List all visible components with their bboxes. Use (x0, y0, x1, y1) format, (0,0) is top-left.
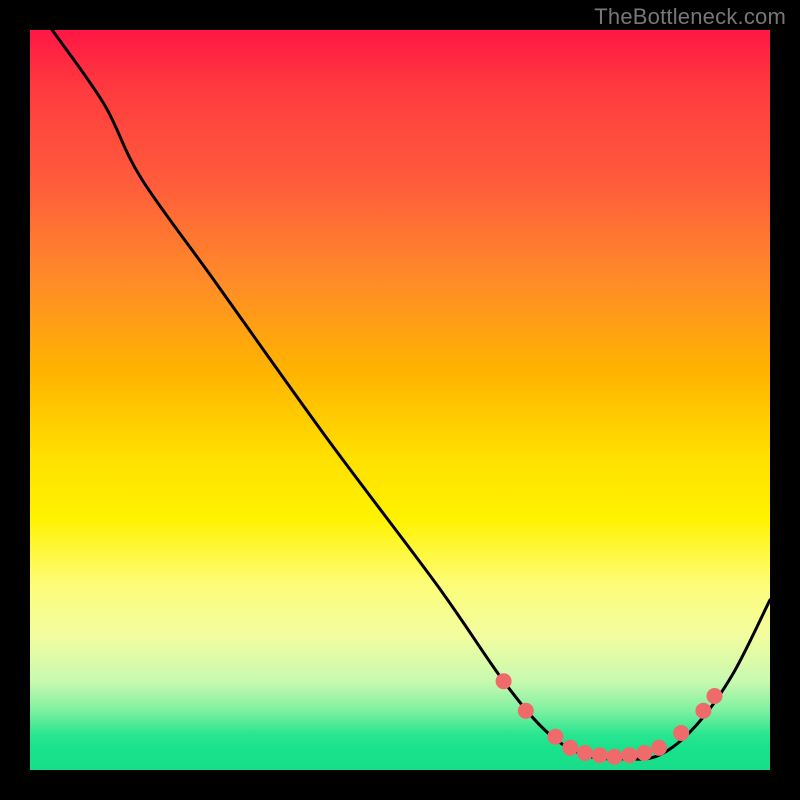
data-marker (673, 725, 689, 741)
data-markers (496, 673, 723, 765)
data-marker (695, 703, 711, 719)
data-marker (496, 673, 512, 689)
chart-svg (30, 30, 770, 770)
data-marker (651, 740, 667, 756)
data-marker (518, 703, 534, 719)
data-marker (621, 747, 637, 763)
data-marker (562, 740, 578, 756)
plot-area (30, 30, 770, 770)
watermark-text: TheBottleneck.com (594, 4, 786, 30)
data-marker (577, 745, 593, 761)
data-marker (707, 688, 723, 704)
data-marker (607, 749, 623, 765)
data-marker (547, 729, 563, 745)
data-marker (592, 747, 608, 763)
bottleneck-curve (52, 30, 770, 759)
data-marker (636, 745, 652, 761)
chart-frame: TheBottleneck.com (0, 0, 800, 800)
